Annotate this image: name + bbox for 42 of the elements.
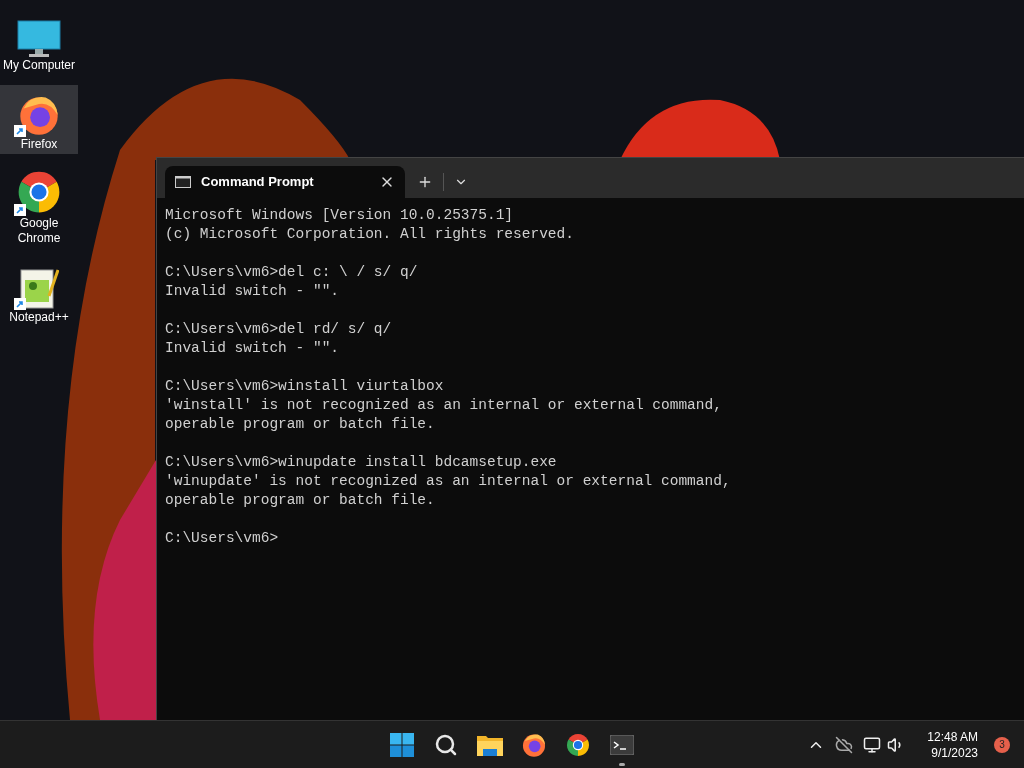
desktop-icon[interactable]: My Computer xyxy=(0,6,78,75)
notification-badge[interactable]: 3 xyxy=(994,736,1010,753)
clock-time[interactable]: 12:48 AM xyxy=(927,728,978,745)
desktop-icon-label: My Computer xyxy=(2,58,76,73)
cloud-off-icon[interactable] xyxy=(835,735,854,754)
new-tab-icon[interactable] xyxy=(417,174,433,190)
firefox-icon xyxy=(521,732,547,758)
shortcut-arrow-icon xyxy=(14,204,26,216)
notepad-icon xyxy=(19,266,59,310)
console-line: 'winupdate' is not recognized as an internal or external command, xyxy=(165,472,731,491)
search-icon xyxy=(434,733,458,757)
console-line: Microsoft Windows [Version 10.0.25375.1] xyxy=(165,206,514,225)
network-icon[interactable] xyxy=(863,735,882,754)
clock-date[interactable]: 9/1/2023 xyxy=(931,744,978,761)
running-indicator xyxy=(619,763,625,766)
desktop-icon[interactable]: Notepad++ xyxy=(0,258,78,327)
desktop-icon[interactable]: Firefox xyxy=(0,85,78,154)
console-line: C:\Users\vm6>winupdate install bdcamsetup.exe xyxy=(165,453,557,472)
shortcut-arrow-icon xyxy=(14,298,26,310)
terminal-tab[interactable]: Command Prompt xyxy=(165,166,405,198)
console-line: C:\Users\vm6>del c: \ / s/ q/ xyxy=(165,263,418,282)
console-line: operable program or batch file. xyxy=(165,491,435,510)
console-icon xyxy=(175,176,191,188)
console-line: C:\Users\vm6> xyxy=(165,529,279,548)
console-line: C:\Users\vm6>del rd/ s/ q/ xyxy=(165,320,392,339)
windows-logo-icon xyxy=(390,733,414,757)
folder-icon xyxy=(477,734,503,756)
desktop-icon-label: Google Chrome xyxy=(16,216,62,246)
monitor-icon xyxy=(17,20,61,58)
console-line: Invalid switch - "". xyxy=(165,339,340,358)
console-line: Invalid switch - "". xyxy=(165,282,340,301)
desktop-icon-label: Firefox xyxy=(19,137,59,152)
shortcut-arrow-icon xyxy=(14,125,26,137)
desktop-icon[interactable]: Google Chrome xyxy=(0,164,78,248)
console-line: (c) Microsoft Corporation. All rights reserved. xyxy=(165,225,574,244)
console-line: operable program or batch file. xyxy=(165,415,435,434)
chrome-icon xyxy=(565,732,591,758)
console-line: C:\Users\vm6>winstall viurtalbox xyxy=(165,377,444,396)
desktop-icon-label: Notepad++ xyxy=(8,310,70,325)
console-line: 'winstall' is not recognized as an internal or external command, xyxy=(165,396,722,415)
tab-title: Command Prompt xyxy=(201,173,315,192)
terminal-icon xyxy=(610,735,634,755)
